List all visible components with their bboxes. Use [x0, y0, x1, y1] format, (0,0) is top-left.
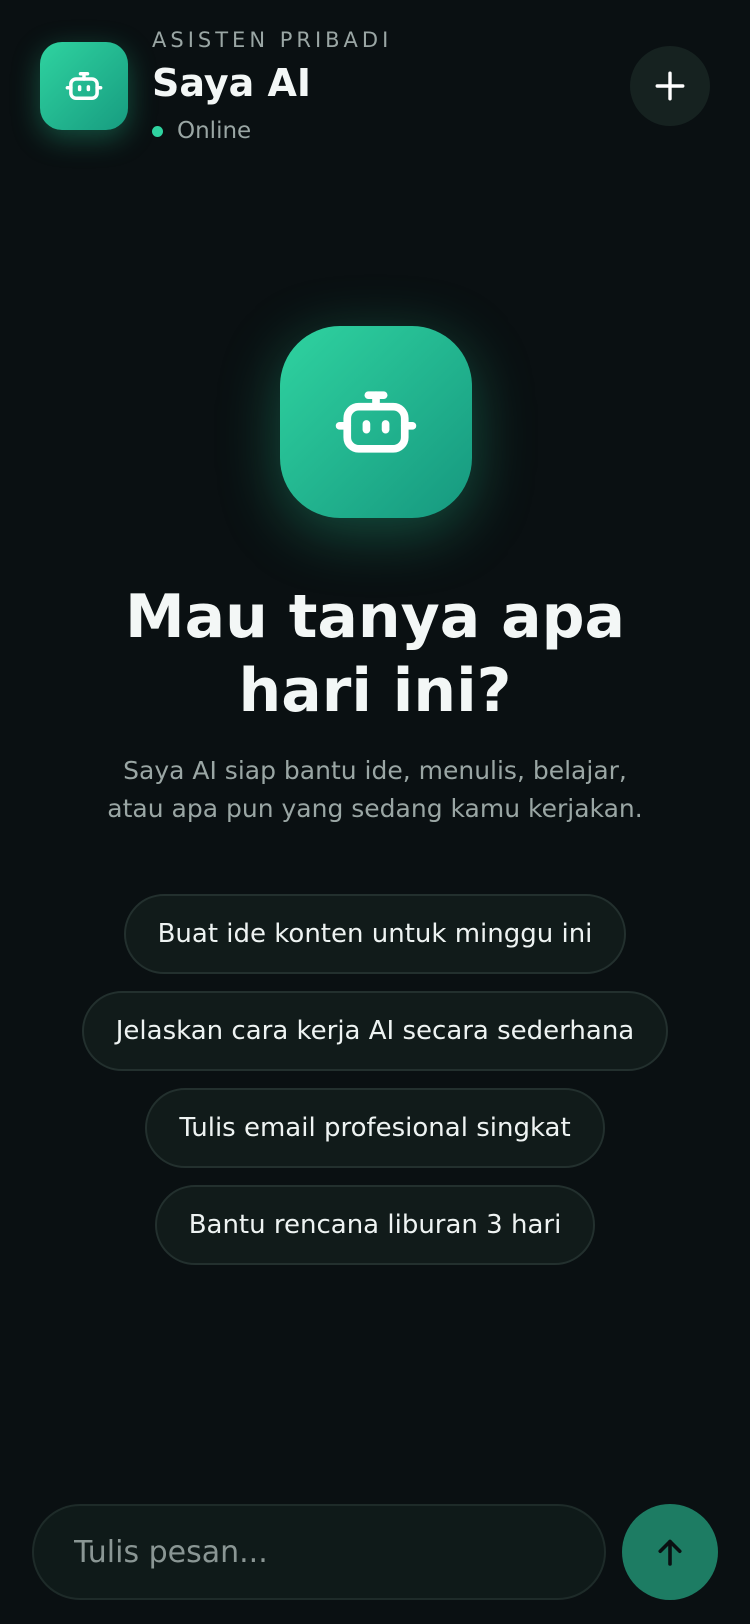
- app-eyebrow: ASISTEN PRIBADI: [152, 28, 393, 52]
- plus-icon: [655, 71, 685, 101]
- suggestion-chip-content-ideas[interactable]: Buat ide konten untuk minggu ini: [123, 894, 627, 974]
- suggestion-chip-professional-email[interactable]: Tulis email profesional singkat: [145, 1088, 605, 1168]
- chat-screen: ASISTEN PRIBADI Saya AI Online Mau tanya…: [0, 0, 750, 1624]
- send-button[interactable]: [622, 1504, 718, 1600]
- status-label: Online: [177, 118, 252, 144]
- header-text: ASISTEN PRIBADI Saya AI Online: [152, 26, 392, 146]
- hero-title: Mau tanya apa hari ini?: [40, 580, 710, 728]
- hero-title-line1: Mau tanya apa: [124, 582, 626, 652]
- robot-icon: [335, 391, 417, 453]
- online-dot: [152, 125, 163, 137]
- hero-title-line2: hari ini?: [238, 656, 512, 726]
- hero-subtitle: Saya AI siap bantu ide, menulis, belajar…: [60, 752, 690, 828]
- hero-subtitle-line1: Saya AI siap bantu ide, menulis, belajar…: [123, 756, 627, 785]
- new-chat-button[interactable]: [630, 46, 710, 126]
- robot-icon: [65, 72, 103, 100]
- hero-robot-badge: [280, 326, 472, 518]
- app-logo: [40, 42, 128, 130]
- status-indicator: Online: [152, 116, 392, 146]
- suggestion-chip-explain-ai[interactable]: Jelaskan cara kerja AI secara sederhana: [81, 991, 669, 1071]
- suggestion-list: Buat ide konten untuk minggu ini Jelaska…: [0, 894, 750, 1265]
- arrow-up-icon: [658, 1539, 682, 1566]
- app-header: ASISTEN PRIBADI Saya AI Online: [0, 0, 750, 160]
- hero-subtitle-line2: atau apa pun yang sedang kamu kerjakan.: [107, 794, 643, 823]
- app-title: Saya AI: [152, 61, 312, 105]
- message-input[interactable]: [32, 1504, 606, 1600]
- suggestion-chip-holiday-plan[interactable]: Bantu rencana liburan 3 hari: [154, 1185, 596, 1265]
